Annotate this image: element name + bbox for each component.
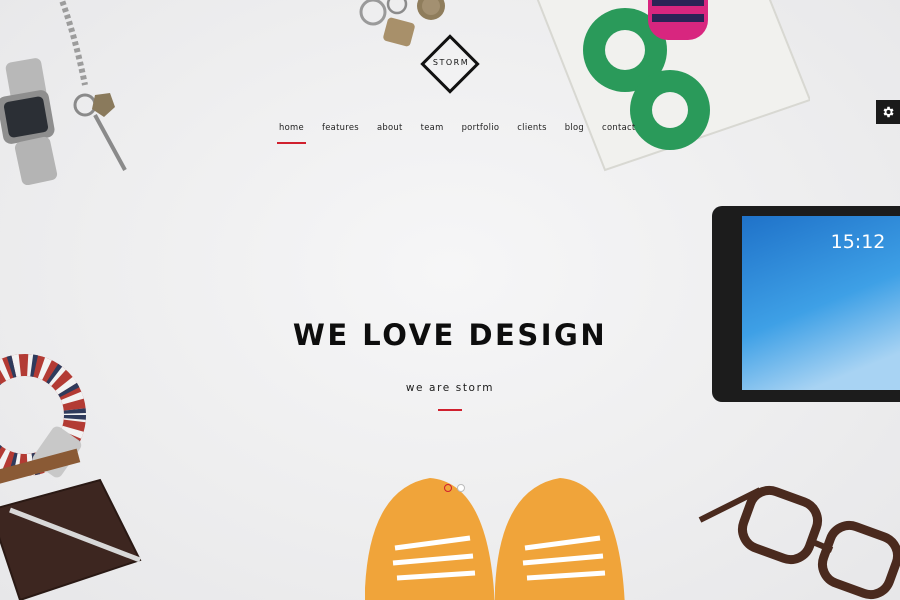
wallet-pen-image <box>0 478 142 600</box>
nav-portfolio[interactable]: portfolio <box>453 118 509 138</box>
nav-contact[interactable]: contact <box>593 118 644 138</box>
nav-features[interactable]: features <box>313 118 368 138</box>
slider-pagination <box>444 484 465 492</box>
nav-clients[interactable]: clients <box>508 118 555 138</box>
sneakers-image <box>365 478 625 600</box>
storm-logo[interactable]: STORM <box>420 34 482 96</box>
logo-text: STORM <box>432 58 470 67</box>
nav-home[interactable]: home <box>270 118 313 144</box>
nav-team[interactable]: team <box>412 118 453 138</box>
tablet-time: 15:12 <box>831 231 886 253</box>
gear-icon <box>883 106 894 118</box>
settings-toggle-button[interactable] <box>876 100 900 124</box>
hero-accent-rule <box>438 409 462 411</box>
nav-blog[interactable]: blog <box>556 118 593 138</box>
eyeglasses-image <box>698 485 900 600</box>
hero-headline: WE LOVE DESIGN <box>292 318 608 352</box>
slider-dot-2[interactable] <box>457 484 465 492</box>
nav-about[interactable]: about <box>368 118 412 138</box>
hero-section: 15:12 STORM home features about team por… <box>0 0 900 600</box>
slider-dot-1[interactable] <box>444 484 452 492</box>
magazine-image <box>536 0 810 172</box>
wristwatch-image <box>0 58 58 185</box>
main-nav: home features about team portfolio clien… <box>270 118 645 144</box>
tablet-image: 15:12 <box>712 206 900 402</box>
hero-subline: we are storm <box>405 382 495 394</box>
